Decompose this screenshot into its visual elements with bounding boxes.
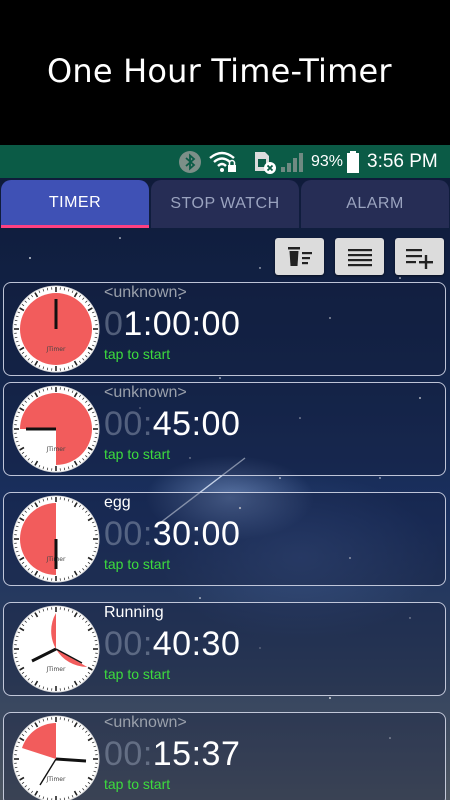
clock-dial-icon: JTimer: [12, 715, 100, 800]
delete-button[interactable]: [275, 238, 324, 275]
tab-stop-watch[interactable]: STOP WATCH: [151, 180, 299, 228]
clock-brand: JTimer: [46, 666, 66, 673]
clock-brand: JTimer: [46, 776, 66, 783]
timer-card[interactable]: JTimer <unknown> 00:45:00 tap to start: [3, 382, 446, 476]
timer-time: 01:00:00: [104, 305, 241, 343]
bluetooth-icon: [178, 145, 202, 178]
timer-card[interactable]: JTimer <unknown> 01:00:00 tap to start: [3, 282, 446, 376]
timer-label: <unknown>: [104, 714, 187, 731]
tap-to-start-hint: tap to start: [104, 556, 171, 572]
timer-card[interactable]: JTimer <unknown> 00:15:37 tap to start: [3, 712, 446, 800]
battery-percent: 93%: [311, 152, 344, 170]
clock-dial-icon: JTimer: [12, 385, 100, 473]
timer-card[interactable]: JTimer egg 00:30:00 tap to start: [3, 492, 446, 586]
timer-time: 00:30:00: [104, 515, 241, 553]
tap-to-start-hint: tap to start: [104, 446, 171, 462]
timer-time: 00:45:00: [104, 405, 241, 443]
tap-to-start-hint: tap to start: [104, 776, 171, 792]
status-bar: 93% 3:56 PM: [0, 145, 450, 178]
clock-dial-icon: JTimer: [12, 285, 100, 373]
timer-time: 00:15:37: [104, 735, 241, 773]
banner-title: One Hour Time-Timer: [47, 52, 392, 90]
battery-icon: [346, 145, 360, 178]
timer-label: Running: [104, 604, 164, 621]
sim-off-icon: [252, 145, 278, 178]
playlist-add-icon: [405, 248, 433, 269]
timer-label: <unknown>: [104, 384, 187, 401]
tab-alarm[interactable]: ALARM: [301, 180, 449, 228]
timer-label: <unknown>: [104, 284, 187, 301]
tab-timer[interactable]: TIMER: [1, 180, 149, 228]
tap-to-start-hint: tap to start: [104, 666, 171, 682]
list-button[interactable]: [335, 238, 384, 275]
list-icon: [347, 248, 372, 266]
clock-dial-icon: JTimer: [12, 495, 100, 583]
signal-icon: [280, 145, 306, 178]
add-timer-button[interactable]: [395, 238, 444, 275]
timer-label: egg: [104, 494, 131, 511]
clock-dial-icon: JTimer: [12, 605, 100, 693]
main-area: TIMER STOP WATCH ALARM JTimer <unknown> …: [0, 178, 450, 800]
app-banner: One Hour Time-Timer: [0, 0, 450, 145]
wifi-lock-icon: [208, 145, 238, 178]
tab-bar: TIMER STOP WATCH ALARM: [0, 178, 450, 230]
delete-sort-icon: [287, 246, 312, 266]
status-time: 3:56 PM: [367, 150, 438, 172]
timer-time: 00:40:30: [104, 625, 241, 663]
clock-brand: JTimer: [46, 446, 66, 453]
clock-brand: JTimer: [46, 346, 66, 353]
tap-to-start-hint: tap to start: [104, 346, 171, 362]
timer-card[interactable]: JTimer Running 00:40:30 tap to start: [3, 602, 446, 696]
